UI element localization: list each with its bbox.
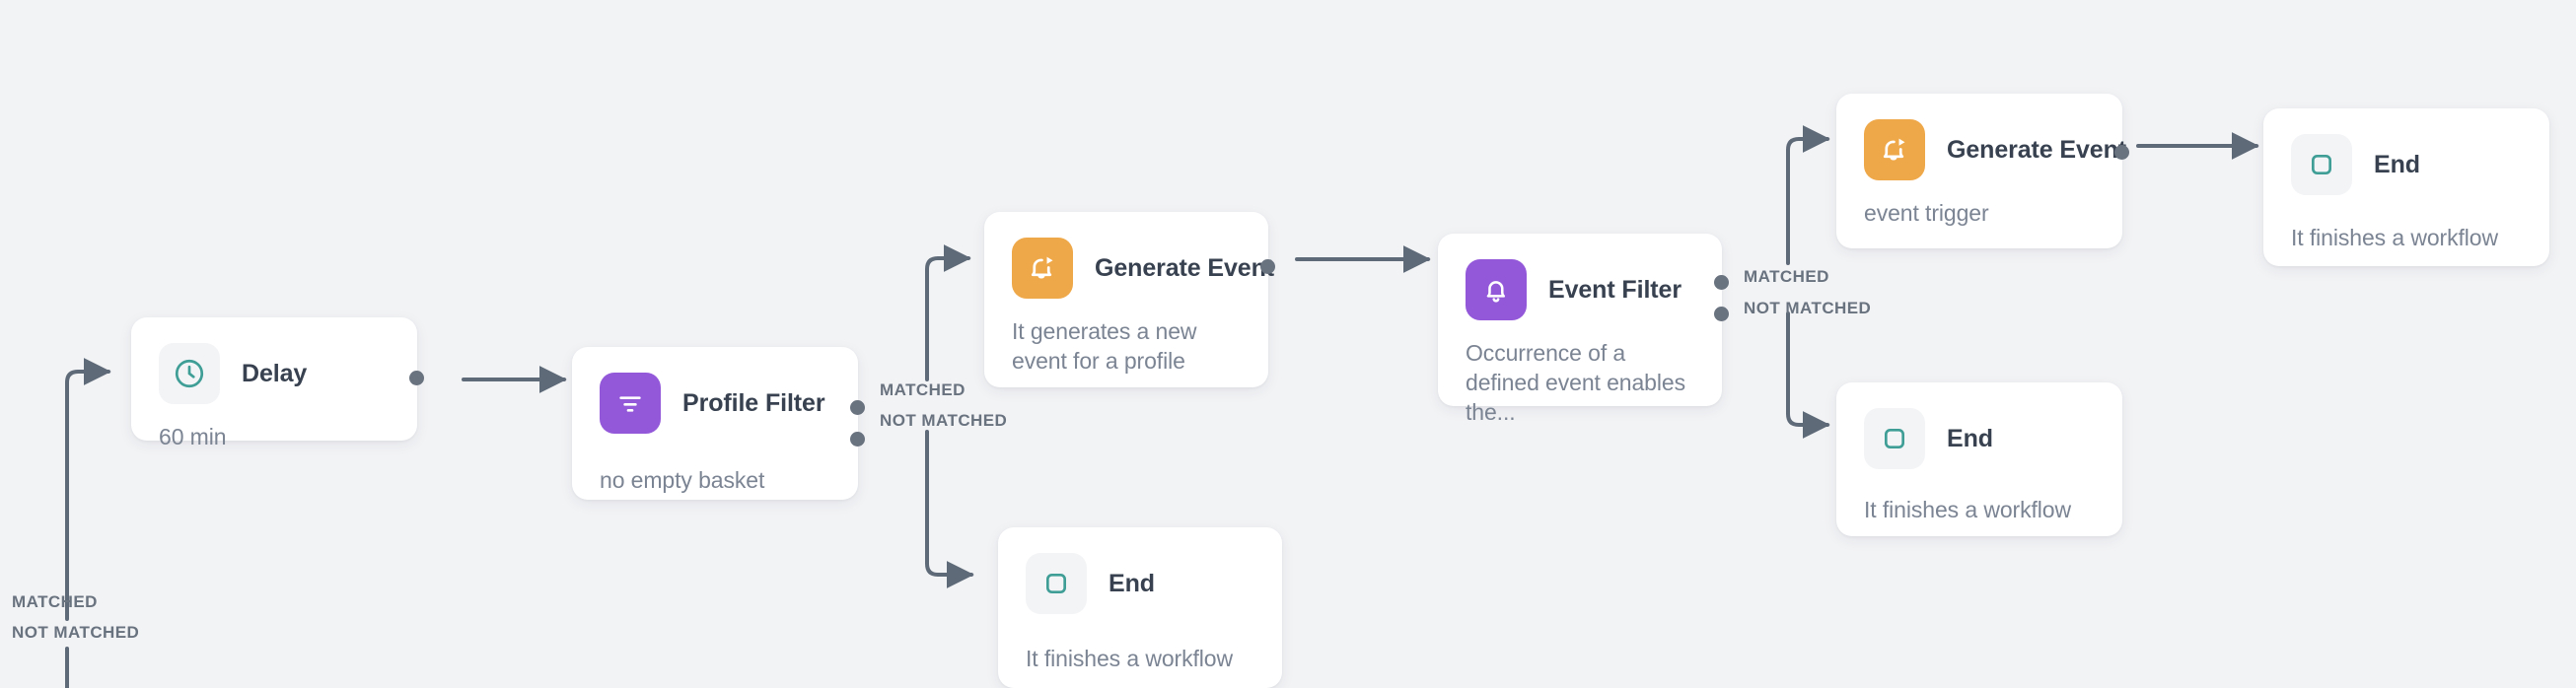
event-filter-branch-label-not-matched: NOT MATCHED — [1744, 299, 1871, 318]
node-end-2-title: End — [1947, 425, 1993, 453]
node-event-filter[interactable]: Event Filter Occurrence of a defined eve… — [1438, 234, 1722, 406]
bell-play-icon — [1864, 119, 1925, 180]
node-end-2-header: End — [1836, 382, 2122, 469]
node-end-2-description: It finishes a workflow — [1836, 469, 2122, 524]
node-end-3[interactable]: End It finishes a workflow — [2263, 108, 2549, 266]
node-profile-filter-header: Profile Filter — [572, 347, 858, 434]
stop-square-icon — [1864, 408, 1925, 469]
node-delay-header: Delay — [131, 317, 417, 404]
node-profile-filter-output-port-matched[interactable] — [850, 400, 865, 415]
stop-square-icon — [1026, 553, 1087, 614]
node-generate-event-1-title: Generate Event — [1095, 254, 1274, 283]
offscreen-branch-label-matched: MATCHED — [12, 592, 98, 612]
node-delay-title: Delay — [242, 360, 307, 388]
profile-filter-branch-label-not-matched: NOT MATCHED — [880, 411, 1007, 431]
node-delay-output-port[interactable] — [409, 371, 424, 385]
offscreen-branch-label-not-matched: NOT MATCHED — [12, 623, 139, 643]
node-generate-event-2-header: Generate Event — [1836, 94, 2122, 180]
node-end-1-header: End — [998, 527, 1282, 614]
profile-filter-branch-label-matched: MATCHED — [880, 380, 966, 400]
node-generate-event-1[interactable]: Generate Event It generates a new event … — [984, 212, 1268, 387]
node-generate-event-2-title: Generate Event — [1947, 136, 2126, 165]
node-generate-event-2[interactable]: Generate Event event trigger — [1836, 94, 2122, 248]
node-end-1-title: End — [1109, 570, 1155, 598]
stop-square-icon — [2291, 134, 2352, 195]
node-generate-event-1-output-port[interactable] — [1260, 259, 1275, 274]
event-filter-branch-label-matched: MATCHED — [1744, 267, 1829, 287]
node-event-filter-output-port-not-matched[interactable] — [1714, 307, 1729, 321]
node-profile-filter-output-port-not-matched[interactable] — [850, 432, 865, 447]
node-end-3-header: End — [2263, 108, 2549, 195]
clock-icon — [159, 343, 220, 404]
node-delay[interactable]: Delay 60 min — [131, 317, 417, 441]
node-end-3-title: End — [2374, 151, 2420, 179]
bell-icon — [1466, 259, 1527, 320]
edge-offscreen-matched-to-delay — [67, 372, 108, 619]
edge-event-not-matched-to-end — [1788, 313, 1827, 425]
node-generate-event-1-header: Generate Event — [984, 212, 1268, 299]
node-end-1-description: It finishes a workflow — [998, 614, 1282, 673]
node-event-filter-description: Occurrence of a defined event enables th… — [1438, 320, 1722, 427]
node-profile-filter[interactable]: Profile Filter no empty basket — [572, 347, 858, 500]
node-generate-event-2-description: event trigger — [1836, 180, 2122, 228]
node-event-filter-header: Event Filter — [1438, 234, 1722, 320]
node-event-filter-output-port-matched[interactable] — [1714, 275, 1729, 290]
node-generate-event-2-output-port[interactable] — [2114, 145, 2129, 160]
node-event-filter-title: Event Filter — [1548, 276, 1682, 305]
bell-play-icon — [1012, 238, 1073, 299]
node-end-3-description: It finishes a workflow — [2263, 195, 2549, 252]
node-end-2[interactable]: End It finishes a workflow — [1836, 382, 2122, 536]
node-profile-filter-title: Profile Filter — [682, 389, 824, 418]
edge-event-matched-to-generate-event — [1788, 139, 1827, 263]
node-delay-description: 60 min — [131, 404, 417, 451]
workflow-canvas[interactable]: MATCHED NOT MATCHED Delay 60 min — [0, 0, 2576, 688]
edge-profile-not-matched-to-end — [927, 432, 971, 575]
edge-profile-matched-to-generate-event — [927, 258, 968, 379]
node-generate-event-1-description: It generates a new event for a profile — [984, 299, 1268, 376]
node-end-1[interactable]: End It finishes a workflow — [998, 527, 1282, 688]
node-profile-filter-description: no empty basket — [572, 434, 858, 495]
filter-icon — [600, 373, 661, 434]
